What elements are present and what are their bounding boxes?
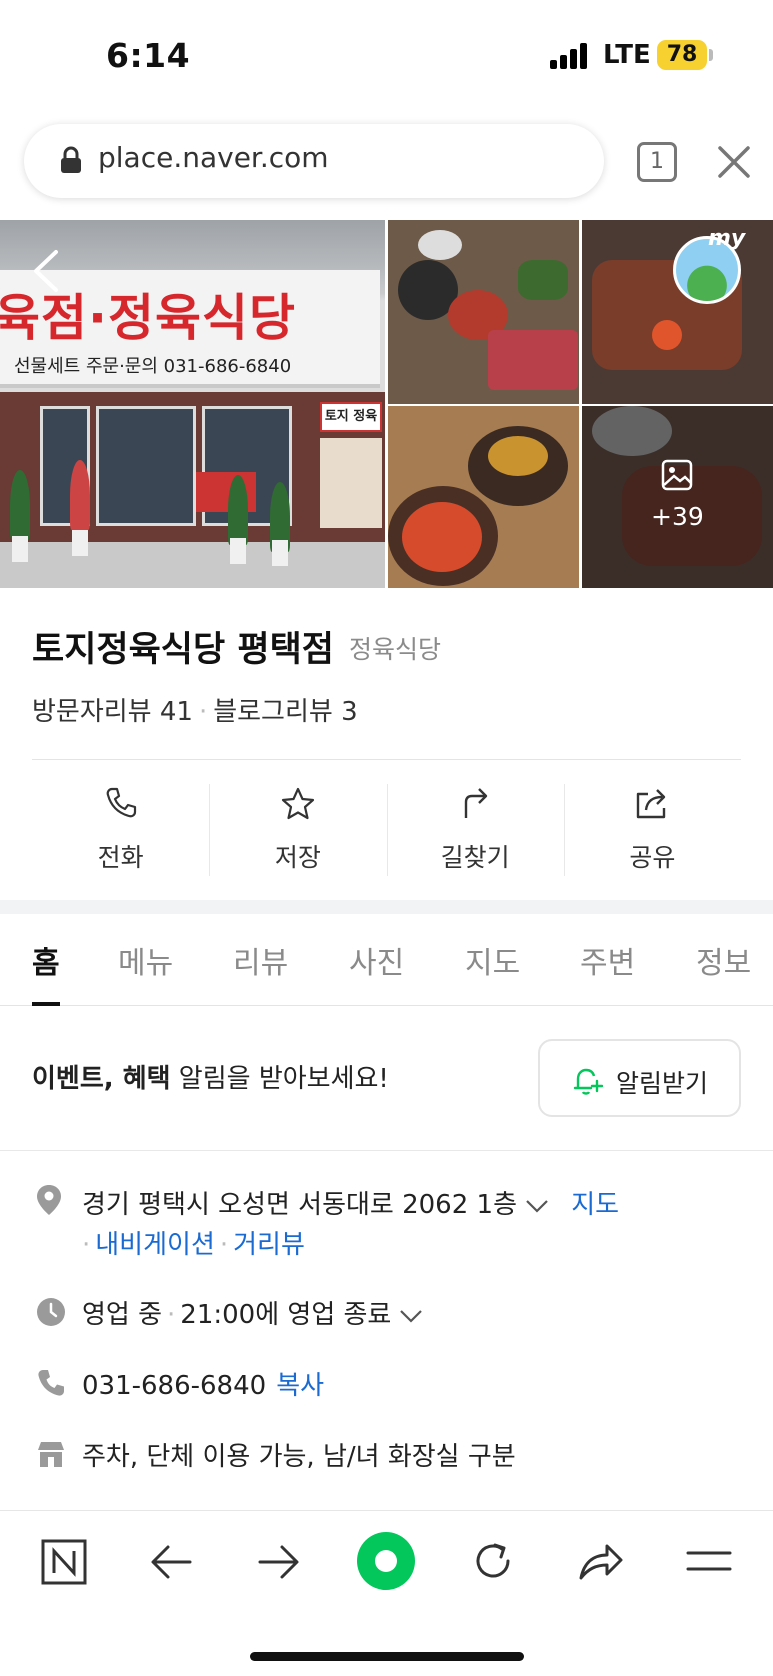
notice-bold: 이벤트, 혜택 [32, 1064, 171, 1094]
phone-row: 031-686-6840 복사 [82, 1365, 324, 1402]
star-icon [281, 787, 314, 820]
tab-nearby[interactable]: 주변 [580, 938, 635, 982]
subscribe-alerts-label: 알림받기 [616, 1069, 709, 1098]
notice-text: 알림을 받아보세요! [170, 1064, 389, 1094]
map-link[interactable]: 지도 [571, 1190, 619, 1220]
back-chevron-icon[interactable] [30, 248, 62, 294]
blog-review-link[interactable]: 블로그리뷰 3 [213, 697, 357, 727]
url-text: place.naver.com [98, 141, 329, 174]
signal-icon [550, 43, 590, 69]
battery-icon: 78 [657, 40, 707, 70]
store-front: 토지 정육 [0, 392, 385, 542]
battery-nub [709, 49, 713, 61]
menu-icon[interactable] [686, 1547, 732, 1575]
status-bar: 6:14 LTE 78 [0, 0, 773, 112]
green-dot-icon[interactable] [356, 1531, 416, 1591]
call-label: 전화 [97, 843, 144, 872]
directions-button[interactable]: 길찾기 [386, 760, 564, 900]
subscribe-alerts-button[interactable]: 알림받기 [538, 1039, 741, 1117]
section-gap [0, 900, 773, 914]
notification-prompt: 이벤트, 혜택 알림을 받아보세요! [32, 1058, 389, 1095]
tab-bar: 홈 메뉴 리뷰 사진 지도 주변 정보 [0, 914, 773, 1006]
directions-label: 길찾기 [440, 843, 510, 872]
more-photos-overlay[interactable] [582, 406, 773, 588]
refresh-icon[interactable] [471, 1539, 515, 1583]
share-button[interactable]: 공유 [563, 760, 741, 900]
hours-detail: 21:00에 영업 종료 [180, 1300, 392, 1330]
action-bar: 전화 저장 길찾기 공유 [32, 760, 741, 900]
tab-reviews[interactable]: 리뷰 [233, 938, 288, 982]
status-time: 6:14 [106, 36, 191, 75]
bell-plus-icon [573, 1068, 604, 1095]
phone-icon [38, 1370, 64, 1396]
store-icon [38, 1442, 64, 1467]
home-indicator[interactable] [250, 1652, 524, 1661]
share-label: 공유 [629, 843, 676, 872]
naver-home-icon[interactable] [41, 1539, 87, 1585]
food-photo-banchan[interactable] [388, 220, 579, 404]
lock-icon [61, 146, 81, 173]
more-photos-count: +39 [651, 502, 704, 531]
clock-icon [37, 1298, 65, 1326]
tab-home[interactable]: 홈 [32, 938, 60, 982]
chevron-down-icon[interactable] [525, 1199, 549, 1213]
store-mini-sign: 토지 정육 [320, 402, 382, 432]
food-photo-kimchi[interactable] [388, 406, 579, 588]
copy-phone-link[interactable]: 복사 [276, 1371, 324, 1401]
amenities-row: 주차, 단체 이용 가능, 남/녀 화장실 구분 [82, 1442, 516, 1472]
phone-icon [106, 787, 136, 818]
close-icon[interactable] [714, 142, 754, 182]
save-label: 저장 [274, 843, 321, 872]
share-icon [637, 789, 666, 819]
tab-count-button[interactable]: 1 [637, 142, 677, 182]
directions-icon [464, 788, 488, 818]
tab-menu[interactable]: 메뉴 [118, 938, 173, 982]
active-tab-indicator [32, 1002, 60, 1006]
hours-row: 영업 중 · 21:00에 영업 종료 [82, 1294, 423, 1331]
storefront-photo[interactable]: 육점·정육식당 선물세트 주문·문의 031-686-6840 토지 정육 [0, 220, 385, 588]
tab-map[interactable]: 지도 [465, 938, 520, 982]
phone-number[interactable]: 031-686-6840 [82, 1371, 266, 1401]
avatar-label: my [708, 226, 746, 251]
sign-subtext: 선물세트 주문·문의 031-686-6840 [14, 356, 292, 377]
address-links: · 내비게이션 · 거리뷰 [82, 1230, 305, 1260]
photo-gallery[interactable]: 육점·정육식당 선물세트 주문·문의 031-686-6840 토지 정육 [0, 220, 773, 588]
network-type: LTE [603, 40, 651, 70]
chevron-down-icon[interactable] [399, 1309, 423, 1323]
tab-info[interactable]: 정보 [696, 938, 751, 982]
address-bar[interactable]: place.naver.com [24, 124, 604, 198]
visitor-review-link[interactable]: 방문자리뷰 41 [32, 697, 193, 727]
back-arrow-icon[interactable] [150, 1543, 192, 1581]
place-category: 정육식당 [349, 635, 442, 664]
review-summary: 방문자리뷰 41 · 블로그리뷰 3 [32, 697, 358, 727]
hours-status: 영업 중 [82, 1300, 163, 1330]
address-row: 경기 평택시 오성면 서동대로 2062 1층 지도 [82, 1184, 619, 1221]
forward-arrow-icon[interactable] [258, 1543, 300, 1581]
share-arrow-icon[interactable] [578, 1541, 624, 1581]
address-text: 경기 평택시 오성면 서동대로 2062 1층 [82, 1190, 517, 1220]
save-button[interactable]: 저장 [209, 760, 386, 900]
street-view-link[interactable]: 거리뷰 [233, 1230, 305, 1260]
place-title: 토지정육식당 평택점 [32, 630, 334, 670]
image-icon [661, 459, 693, 491]
location-pin-icon [37, 1185, 61, 1215]
navigation-link[interactable]: 내비게이션 [95, 1230, 215, 1260]
tab-photos[interactable]: 사진 [349, 938, 404, 982]
call-button[interactable]: 전화 [32, 760, 209, 900]
divider [0, 1150, 773, 1151]
